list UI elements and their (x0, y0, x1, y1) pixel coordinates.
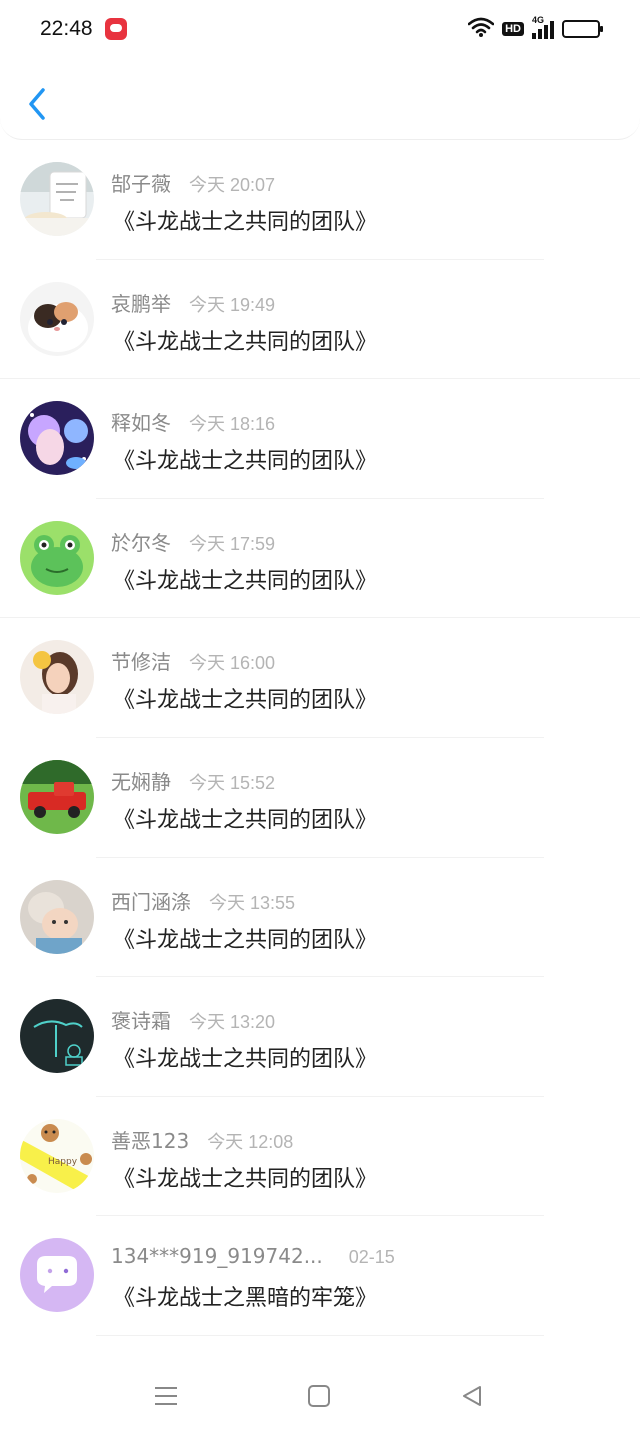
list-item[interactable]: 134***919_919742... 02-15 《斗龙战士之黑暗的牢笼》 (0, 1216, 640, 1336)
item-meta: 於尔冬 今天 17:59 (111, 527, 275, 556)
list-item[interactable]: 释如冬 今天 18:16 《斗龙战士之共同的团队》 (0, 379, 640, 499)
menu-icon (155, 1387, 177, 1405)
timestamp: 02-15 (348, 1247, 395, 1268)
timestamp: 今天 20:07 (189, 175, 276, 195)
list-item[interactable]: 节修洁 今天 16:00 《斗龙战士之共同的团队》 (0, 618, 640, 738)
avatar[interactable] (20, 162, 94, 236)
timestamp: 今天 17:59 (189, 533, 276, 554)
avatar[interactable] (20, 281, 94, 356)
back-triangle-icon (463, 1386, 481, 1406)
timestamp: 今天 13:55 (209, 892, 296, 913)
menu-button[interactable] (148, 1378, 184, 1414)
status-indicators: HD 4G (467, 15, 603, 41)
avatar-kitten-photo-icon (20, 281, 94, 356)
home-square-icon (308, 1385, 330, 1407)
user-name: 134***919_919742... (111, 1244, 323, 1269)
avatar[interactable] (20, 520, 94, 595)
list-item[interactable]: 哀鹏举 今天 19:49 《斗龙战士之共同的团队》 (0, 260, 640, 380)
avatar[interactable] (20, 401, 94, 476)
list-item[interactable]: 褒诗霜 今天 13:20 《斗龙战士之共同的团队》 (0, 977, 640, 1097)
avatar-red-toy-truck-icon (20, 759, 94, 834)
item-meta: 褒诗霜 今天 13:20 (111, 1005, 275, 1034)
chevron-left-icon (29, 88, 45, 120)
book-title: 《斗龙战士之共同的团队》 (113, 210, 378, 235)
battery-icon (562, 20, 603, 38)
list-item[interactable]: 於尔冬 今天 17:59 《斗龙战士之共同的团队》 (0, 499, 640, 619)
avatar[interactable] (20, 879, 94, 954)
message-list: 郜子薇 今天 20:07 《斗龙战士之共同的团队》 哀鹏举 今天 19:49 《… (0, 140, 640, 1336)
book-title: 《斗龙战士之黑暗的牢笼》 (113, 1286, 378, 1312)
avatar-chat-bubble-default-icon (20, 1238, 94, 1313)
user-name: 西门涵涤 (111, 889, 191, 914)
item-meta: 郜子薇 今天 20:07 (111, 168, 275, 197)
book-title: 《斗龙战士之共同的团队》 (113, 1166, 378, 1192)
avatar-cartoon-frog-icon (20, 520, 94, 595)
item-meta: 西门涵涤 今天 13:55 (111, 886, 295, 915)
avatar[interactable] (20, 640, 94, 715)
book-title: 《斗龙战士之共同的团队》 (113, 568, 378, 594)
home-button[interactable] (301, 1378, 337, 1414)
avatar[interactable] (20, 759, 94, 834)
list-item[interactable]: Happy 善恶123 今天 12:08 《斗龙战士之共同的团队》 (0, 1097, 640, 1217)
timestamp: 今天 18:16 (189, 414, 276, 435)
avatar-cup-photo-icon (20, 162, 94, 236)
book-title: 《斗龙战士之共同的团队》 (113, 807, 378, 833)
divider (96, 1334, 544, 1336)
item-meta: 释如冬 今天 18:16 (111, 407, 275, 436)
avatar[interactable] (20, 999, 94, 1074)
list-item[interactable]: 西门涵涤 今天 13:55 《斗龙战士之共同的团队》 (0, 858, 640, 978)
back-button[interactable] (22, 84, 52, 124)
status-bar: 22:48 HD 4G (0, 0, 640, 58)
avatar-anime-girl-moon-icon (20, 401, 94, 476)
network-type-label: 4G (532, 15, 545, 25)
item-meta: 无娴静 今天 15:52 (111, 766, 275, 795)
avatar-happy-bears-icon: Happy (20, 1118, 94, 1193)
user-name: 节修洁 (111, 650, 171, 675)
item-meta: 节修洁 今天 16:00 (111, 646, 275, 675)
book-title: 《斗龙战士之共同的团队》 (113, 1047, 378, 1073)
user-name: 郜子薇 (111, 172, 171, 196)
book-title: 《斗龙战士之共同的团队》 (113, 449, 378, 475)
avatar[interactable]: Happy (20, 1118, 94, 1193)
system-nav-bar (0, 1360, 640, 1433)
user-name: 释如冬 (111, 411, 171, 436)
system-back-button[interactable] (454, 1378, 490, 1414)
book-title: 《斗龙战士之共同的团队》 (113, 688, 378, 714)
user-name: 褒诗霜 (111, 1009, 171, 1034)
app-notification-icon (104, 18, 127, 40)
item-meta: 哀鹏举 今天 19:49 (111, 288, 275, 317)
avatar-baby-photo-icon (20, 879, 94, 954)
status-time: 22:48 (40, 17, 93, 40)
svg-text:Happy: Happy (48, 1157, 78, 1167)
timestamp: 今天 13:20 (189, 1012, 276, 1033)
item-meta: 134***919_919742... 02-15 (111, 1244, 395, 1268)
list-item[interactable]: 无娴静 今天 15:52 《斗龙战士之共同的团队》 (0, 738, 640, 858)
book-title: 《斗龙战士之共同的团队》 (113, 927, 378, 953)
hd-badge: HD (502, 22, 524, 36)
timestamp: 今天 16:00 (189, 653, 276, 674)
user-name: 无娴静 (111, 769, 171, 794)
user-name: 哀鹏举 (111, 291, 171, 316)
item-meta: 善恶123 今天 12:08 (111, 1125, 293, 1154)
signal-icon: 4G (532, 15, 554, 39)
avatar[interactable] (20, 1238, 94, 1313)
book-title: 《斗龙战士之共同的团队》 (113, 329, 378, 355)
list-item[interactable]: 郜子薇 今天 20:07 《斗龙战士之共同的团队》 (0, 140, 640, 260)
timestamp: 今天 19:49 (189, 294, 276, 315)
avatar-woman-photo-icon (20, 640, 94, 715)
timestamp: 今天 12:08 (207, 1131, 294, 1152)
wifi-icon (467, 17, 495, 41)
user-name: 於尔冬 (111, 530, 171, 555)
user-name: 善恶123 (111, 1128, 190, 1153)
timestamp: 今天 15:52 (189, 772, 276, 793)
avatar-dark-tree-art-icon (20, 999, 94, 1074)
